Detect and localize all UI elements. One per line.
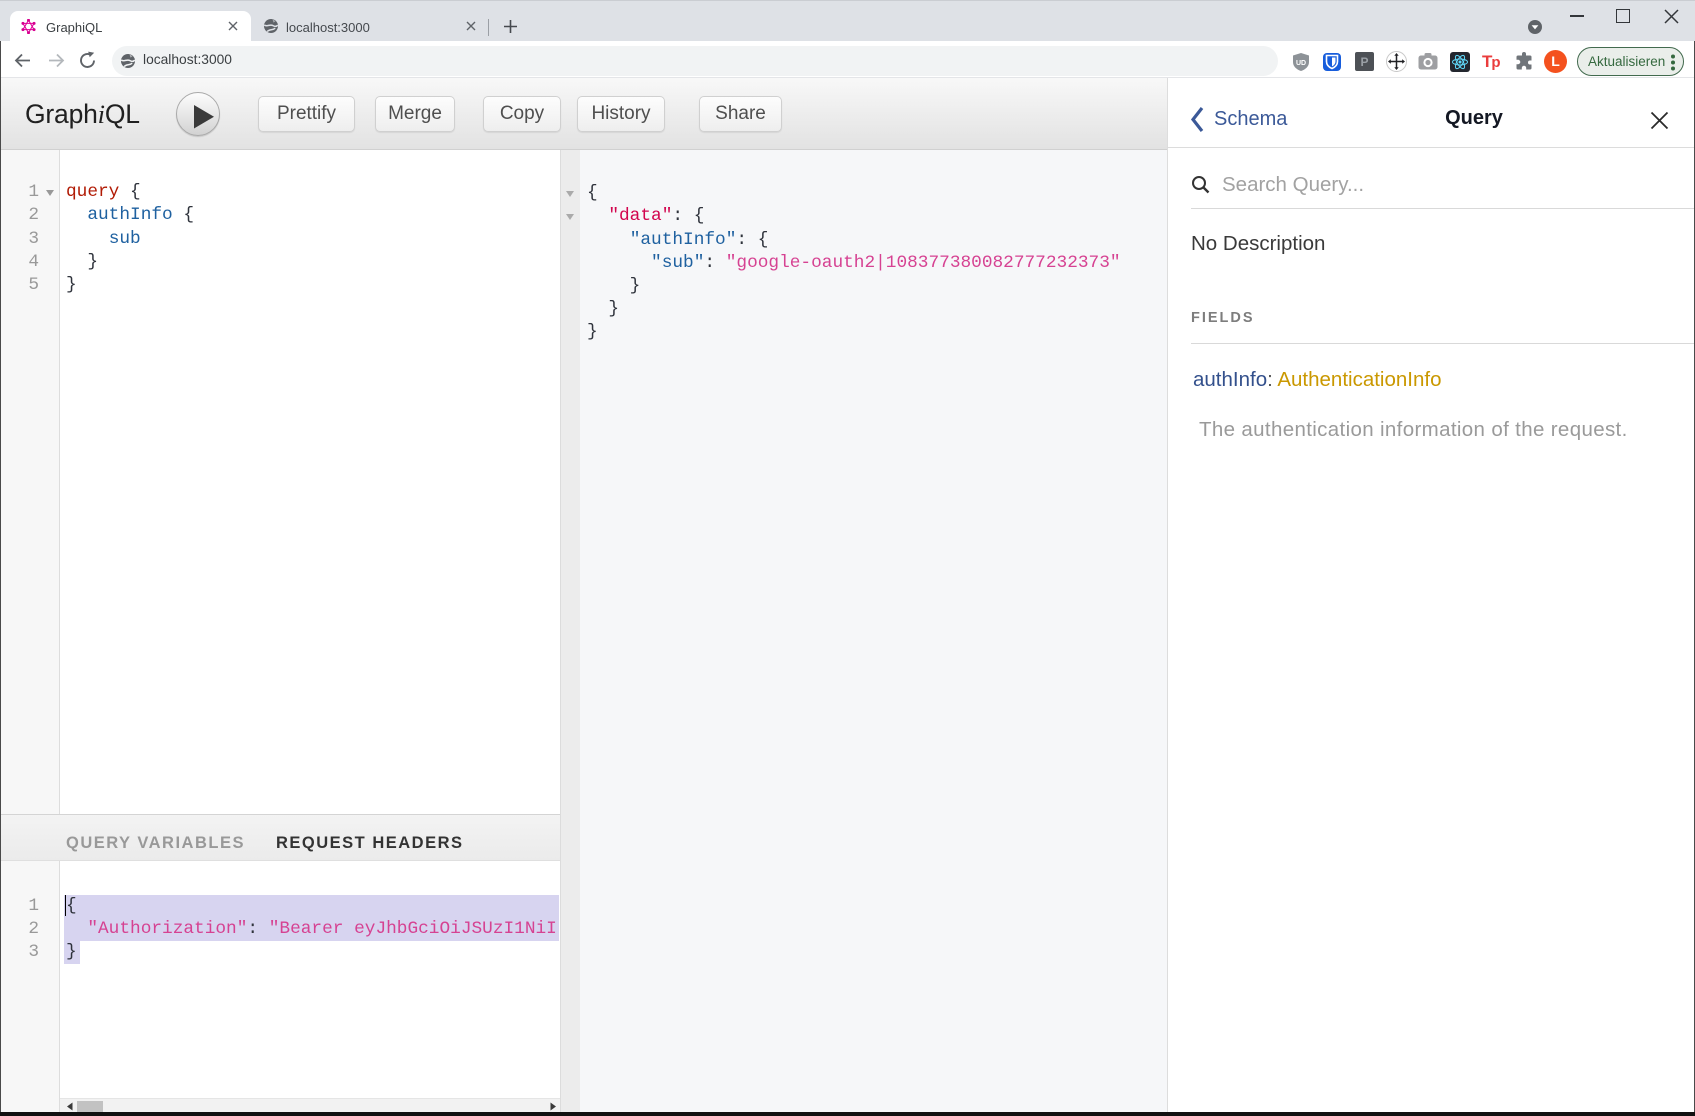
svg-text:P: P [1360,55,1368,69]
svg-text:UD: UD [1296,60,1306,67]
